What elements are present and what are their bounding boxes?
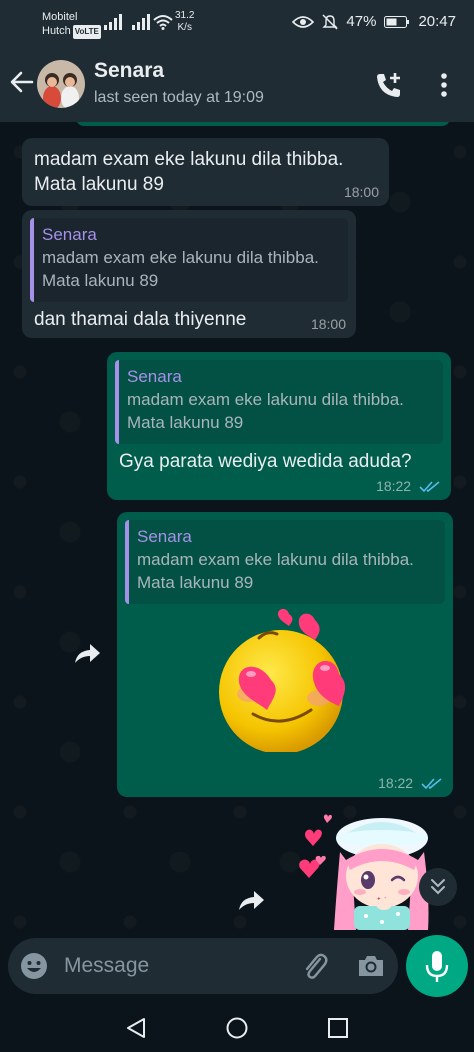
voice-message-button[interactable] [406, 935, 468, 997]
quote-text-line: Mata lakunu 89 [127, 413, 244, 432]
outgoing-reply-message[interactable]: Senara madam exam eke lakunu dila thibba… [107, 352, 451, 500]
signal-icon [104, 14, 122, 30]
message-text: Gya parata wediya wedida aduda? [119, 451, 412, 472]
microphone-icon [425, 951, 449, 982]
carrier-1: Mobitel [42, 11, 78, 23]
battery-icon [384, 15, 410, 28]
carrier-info: Mobitel Hutch VoLTE [42, 10, 101, 39]
contact-name[interactable]: Senara [94, 59, 164, 83]
quote-text-line: madam exam eke lakunu dila thibba. [137, 550, 414, 569]
quote-author: Senara [137, 527, 192, 546]
message-text-line: madam exam eke lakunu dila thibba. [34, 149, 344, 170]
forward-icon[interactable] [70, 637, 104, 671]
wifi-icon [153, 15, 173, 30]
net-speed-unit: K/s [177, 22, 192, 33]
quote-author: Senara [127, 367, 182, 386]
message-composer [8, 938, 398, 994]
incoming-message[interactable]: madam exam eke lakunu dila thibba. Mata … [22, 138, 389, 206]
message-text: dan thamai dala thiyenne [34, 309, 247, 330]
message-time: 18:00 [310, 316, 346, 332]
eye-icon [292, 15, 315, 28]
quote-text-line: madam exam eke lakunu dila thibba. [127, 390, 404, 409]
battery-percent: 47% [346, 13, 377, 30]
message-input[interactable] [64, 948, 284, 984]
quote-author: Senara [42, 225, 97, 244]
last-seen-status: last seen today at 19:09 [94, 89, 264, 106]
net-speed-value: 31.2 [175, 10, 195, 21]
net-speed: 31.2 K/s [175, 10, 194, 34]
scroll-to-bottom-button[interactable] [419, 868, 457, 906]
avatar[interactable] [37, 60, 85, 108]
quoted-message[interactable]: Senara madam exam eke lakunu dila thibba… [30, 218, 348, 302]
mute-bell-icon [322, 13, 339, 30]
attach-paperclip-icon[interactable] [300, 951, 330, 981]
message-time: 18:22 [376, 478, 412, 494]
status-bar: Mobitel Hutch VoLTE 31.2 K/s 47% 20:47 [0, 0, 474, 48]
heart-eyes-sticker[interactable] [211, 602, 361, 752]
quote-text-line: madam exam eke lakunu dila thibba. [42, 248, 319, 267]
forward-icon[interactable] [234, 884, 268, 918]
read-receipt-icon [419, 481, 440, 493]
volte-badge: VoLTE [72, 25, 101, 39]
outgoing-sticker-reply[interactable]: Senara madam exam eke lakunu dila thibba… [117, 512, 453, 797]
nav-back-icon[interactable] [124, 1016, 148, 1040]
previous-message-edge [76, 122, 450, 126]
camera-icon[interactable] [356, 951, 386, 981]
quoted-message[interactable]: Senara madam exam eke lakunu dila thibba… [115, 360, 443, 444]
nav-recents-icon[interactable] [327, 1017, 349, 1039]
quoted-message[interactable]: Senara madam exam eke lakunu dila thibba… [125, 520, 445, 604]
anime-girl-sticker[interactable] [296, 808, 436, 930]
message-text-line: Mata lakunu 89 [34, 174, 164, 195]
incoming-reply-message[interactable]: Senara madam exam eke lakunu dila thibba… [22, 210, 356, 338]
more-options-icon[interactable] [436, 70, 452, 100]
clock: 20:47 [418, 13, 456, 30]
double-chevron-down-icon [431, 879, 445, 895]
system-nav-bar [0, 1002, 474, 1052]
quote-text-line: Mata lakunu 89 [42, 271, 159, 290]
chat-area[interactable]: madam exam eke lakunu dila thibba. Mata … [0, 122, 474, 930]
carrier-2: Hutch [42, 25, 71, 37]
chat-header: Senara last seen today at 19:09 [0, 48, 474, 122]
add-call-icon[interactable] [374, 70, 404, 100]
message-time: 18:00 [343, 184, 379, 200]
back-arrow-icon[interactable] [8, 68, 36, 96]
quote-text-line: Mata lakunu 89 [137, 573, 254, 592]
emoji-icon[interactable] [20, 952, 48, 980]
nav-home-icon[interactable] [225, 1016, 249, 1040]
signal-icon-2 [132, 14, 150, 30]
message-time: 18:22 [378, 775, 414, 791]
read-receipt-icon [421, 778, 442, 790]
